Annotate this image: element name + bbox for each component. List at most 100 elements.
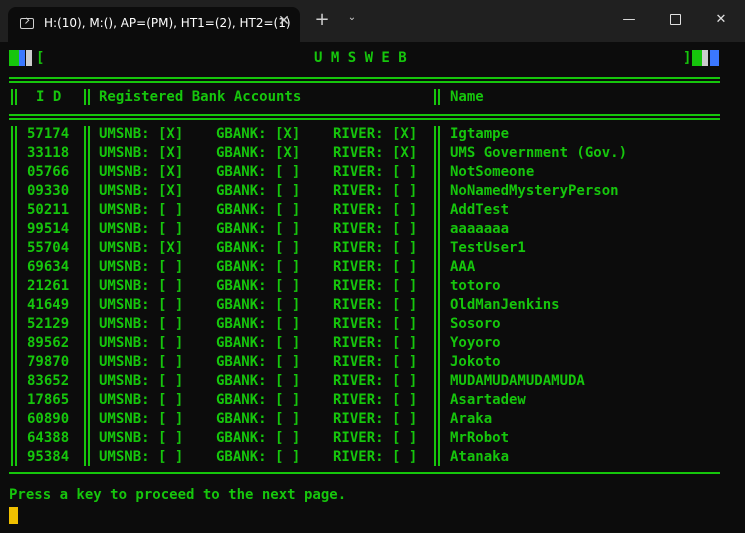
header-name: Name — [450, 89, 484, 105]
row-name: aaaaaaa — [450, 221, 510, 237]
row-id: 33118 — [27, 145, 70, 161]
row-umsnb: UMSNB: [X] — [99, 164, 184, 180]
row-river: RIVER: [ ] — [333, 449, 418, 465]
row-name: Igtampe — [450, 126, 510, 142]
row-id: 79870 — [27, 354, 70, 370]
row-gbank: GBANK: [ ] — [216, 316, 301, 332]
row-id: 55704 — [27, 240, 70, 256]
row-name: AAA — [450, 259, 476, 275]
row-gbank: GBANK: [ ] — [216, 297, 301, 313]
row-name: totoro — [450, 278, 501, 294]
maximize-icon — [669, 14, 681, 25]
table-divider-mid-b — [88, 126, 90, 466]
row-name: NoNamedMysteryPerson — [450, 183, 619, 199]
row-river: RIVER: [ ] — [333, 183, 418, 199]
title-bar: H:(10), M:(), AP=(PM), HT1=(2), HT2=(1) … — [0, 0, 745, 42]
header-bottom-rule-1 — [9, 114, 720, 116]
row-umsnb: UMSNB: [ ] — [99, 316, 184, 332]
row-gbank: GBANK: [ ] — [216, 240, 301, 256]
row-gbank: GBANK: [ ] — [216, 430, 301, 446]
header-top-rule-1 — [9, 77, 720, 79]
row-id: 50211 — [27, 202, 70, 218]
row-id: 69634 — [27, 259, 70, 275]
row-river: RIVER: [ ] — [333, 240, 418, 256]
row-gbank: GBANK: [ ] — [216, 164, 301, 180]
row-umsnb: UMSNB: [ ] — [99, 354, 184, 370]
row-gbank: GBANK: [X] — [216, 145, 301, 161]
row-id: 83652 — [27, 373, 70, 389]
row-id: 57174 — [27, 126, 70, 142]
terminal-window: H:(10), M:(), AP=(PM), HT1=(2), HT2=(1) … — [0, 0, 745, 533]
row-name: Atanaka — [450, 449, 510, 465]
row-id: 99514 — [27, 221, 70, 237]
banner-grey-block-right — [702, 50, 708, 66]
terminal-icon — [20, 18, 34, 29]
row-name: Araka — [450, 411, 493, 427]
header-top-rule-2 — [9, 81, 720, 83]
row-river: RIVER: [ ] — [333, 373, 418, 389]
row-gbank: GBANK: [ ] — [216, 335, 301, 351]
row-gbank: GBANK: [ ] — [216, 183, 301, 199]
row-river: RIVER: [ ] — [333, 430, 418, 446]
row-name: AddTest — [450, 202, 510, 218]
new-tab-button[interactable]: + — [312, 10, 332, 30]
row-gbank: GBANK: [ ] — [216, 259, 301, 275]
row-name: Jokoto — [450, 354, 501, 370]
tab-title: H:(10), M:(), AP=(PM), HT1=(2), HT2=(1) — [44, 16, 291, 30]
maximize-button[interactable] — [652, 10, 698, 30]
row-name: OldManJenkins — [450, 297, 560, 313]
row-id: 17865 — [27, 392, 70, 408]
header-divider-left-a — [11, 89, 13, 105]
row-umsnb: UMSNB: [ ] — [99, 411, 184, 427]
banner-blue-block-right — [710, 50, 719, 66]
row-name: Sosoro — [450, 316, 501, 332]
terminal-tab[interactable]: H:(10), M:(), AP=(PM), HT1=(2), HT2=(1) … — [8, 7, 300, 42]
row-umsnb: UMSNB: [ ] — [99, 392, 184, 408]
console-area[interactable]: [ U M S W E B ] I D Registered Bank Acco… — [0, 42, 745, 533]
banner-right-bracket: ] — [683, 50, 692, 66]
row-river: RIVER: [ ] — [333, 202, 418, 218]
row-gbank: GBANK: [ ] — [216, 449, 301, 465]
row-river: RIVER: [ ] — [333, 278, 418, 294]
banner-green-block-left — [9, 50, 19, 66]
header-divider-right-b — [438, 89, 440, 105]
close-window-button[interactable]: ✕ — [698, 10, 744, 30]
row-umsnb: UMSNB: [ ] — [99, 373, 184, 389]
row-gbank: GBANK: [ ] — [216, 373, 301, 389]
row-name: Yoyoro — [450, 335, 501, 351]
header-id: I D — [36, 89, 62, 105]
row-gbank: GBANK: [ ] — [216, 221, 301, 237]
row-umsnb: UMSNB: [ ] — [99, 430, 184, 446]
row-river: RIVER: [X] — [333, 126, 418, 142]
row-river: RIVER: [ ] — [333, 392, 418, 408]
footer-rule — [9, 472, 720, 474]
row-umsnb: UMSNB: [ ] — [99, 221, 184, 237]
table-divider-right-a — [434, 126, 436, 466]
row-river: RIVER: [ ] — [333, 164, 418, 180]
banner-grey-block-left — [26, 50, 32, 66]
row-gbank: GBANK: [ ] — [216, 278, 301, 294]
header-accounts: Registered Bank Accounts — [99, 89, 302, 105]
row-id: 60890 — [27, 411, 70, 427]
row-umsnb: UMSNB: [X] — [99, 145, 184, 161]
chevron-down-icon[interactable]: ⌄ — [344, 12, 360, 23]
row-river: RIVER: [ ] — [333, 221, 418, 237]
row-gbank: GBANK: [ ] — [216, 354, 301, 370]
tab-close-icon[interactable]: ✕ — [276, 13, 292, 29]
row-river: RIVER: [ ] — [333, 259, 418, 275]
row-gbank: GBANK: [ ] — [216, 411, 301, 427]
row-river: RIVER: [ ] — [333, 354, 418, 370]
minimize-button[interactable]: — — [606, 10, 652, 30]
row-umsnb: UMSNB: [X] — [99, 126, 184, 142]
row-gbank: GBANK: [ ] — [216, 392, 301, 408]
row-id: 52129 — [27, 316, 70, 332]
row-umsnb: UMSNB: [X] — [99, 240, 184, 256]
table-divider-right-b — [438, 126, 440, 466]
row-id: 64388 — [27, 430, 70, 446]
row-river: RIVER: [ ] — [333, 316, 418, 332]
row-name: MUDAMUDAMUDAMUDA — [450, 373, 585, 389]
footer-prompt: Press a key to proceed to the next page. — [9, 487, 347, 503]
banner-blue-block-left — [19, 50, 25, 66]
header-divider-mid-b — [88, 89, 90, 105]
row-id: 05766 — [27, 164, 70, 180]
